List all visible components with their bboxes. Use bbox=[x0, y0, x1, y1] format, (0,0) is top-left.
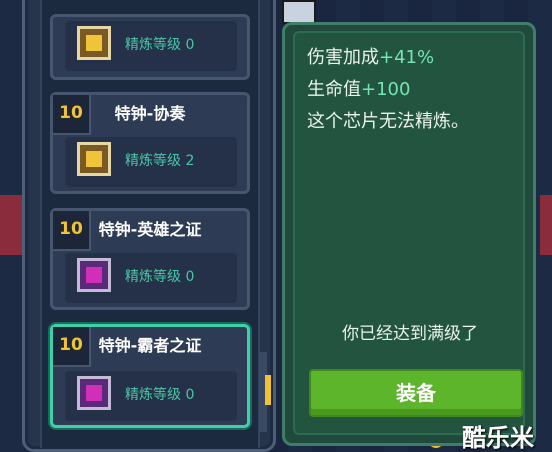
chip-core bbox=[86, 385, 102, 401]
watermark: 酷乐米 bbox=[462, 424, 534, 452]
scrollbar-thumb[interactable] bbox=[265, 375, 271, 405]
hp-line: 生命值+100 bbox=[307, 75, 410, 101]
gold-chip-icon bbox=[77, 26, 111, 60]
chip-core bbox=[86, 267, 102, 283]
refine-level-label: 精炼等级 0 bbox=[125, 269, 195, 285]
chip-card[interactable]: 10 特钟-英雄之证 精炼等级 0 bbox=[50, 208, 250, 310]
chip-card[interactable]: 精炼等级 0 bbox=[50, 14, 250, 80]
chip-name: 特钟-英雄之证 bbox=[98, 220, 202, 239]
hp-value: +100 bbox=[361, 79, 411, 100]
purple-chip-icon bbox=[77, 258, 111, 292]
chip-card-body: 精炼等级 2 bbox=[65, 137, 237, 187]
gold-chip-icon bbox=[77, 142, 111, 176]
damage-bonus-label: 伤害加成 bbox=[307, 47, 379, 68]
chip-card[interactable]: 10 特钟-协奏 精炼等级 2 bbox=[50, 92, 250, 194]
background-character bbox=[282, 0, 316, 24]
chip-card-body: 精炼等级 0 bbox=[65, 21, 237, 71]
refine-level-label: 精炼等级 2 bbox=[125, 153, 195, 169]
purple-chip-icon bbox=[77, 376, 111, 410]
hp-label: 生命值 bbox=[307, 79, 361, 100]
equip-button[interactable]: 装备 bbox=[309, 369, 523, 417]
chip-core bbox=[86, 151, 102, 167]
chip-detail-panel: 伤害加成+41% 生命值+100 这个芯片无法精炼。 你已经达到满级了 装备 bbox=[282, 22, 536, 446]
damage-bonus-line: 伤害加成+41% bbox=[307, 43, 434, 69]
max-level-text: 你已经达到满级了 bbox=[342, 324, 478, 344]
chip-card-body: 精炼等级 0 bbox=[65, 253, 237, 303]
game-screen: 精炼等级 0 10 特钟-协奏 精炼等级 2 10 特钟-英雄之证 精炼等级 0… bbox=[0, 0, 552, 452]
chip-card-body: 精炼等级 0 bbox=[65, 371, 237, 421]
background-decor-left bbox=[0, 195, 22, 255]
background-decor-right bbox=[540, 195, 552, 255]
chip-detail-body: 伤害加成+41% 生命值+100 这个芯片无法精炼。 你已经达到满级了 装备 bbox=[293, 31, 525, 435]
refine-level-label: 精炼等级 0 bbox=[125, 387, 195, 403]
chip-core bbox=[86, 35, 102, 51]
damage-bonus-value: +41% bbox=[379, 47, 435, 68]
refine-level-label: 精炼等级 0 bbox=[125, 37, 195, 53]
chip-card-selected[interactable]: 10 特钟-霸者之证 精炼等级 0 bbox=[50, 324, 250, 428]
chip-name: 特钟-霸者之证 bbox=[98, 336, 202, 355]
chip-name: 特钟-协奏 bbox=[114, 104, 186, 123]
no-refine-text: 这个芯片无法精炼。 bbox=[307, 111, 469, 132]
